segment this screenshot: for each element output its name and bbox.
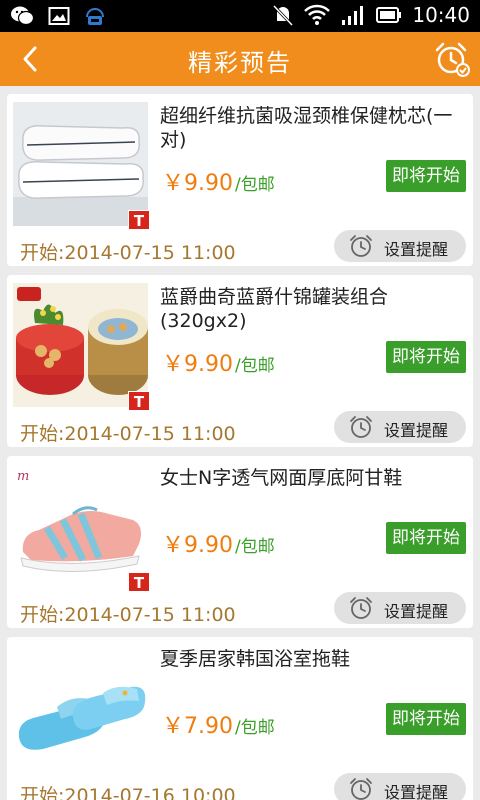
product-card[interactable]: T 超细纤维抗菌吸湿颈椎保健枕芯(一对) ￥9.90 /包邮 即将开始 开始:2…: [7, 94, 473, 266]
wifi-icon: [304, 4, 331, 25]
product-image-pillow: [13, 102, 148, 226]
product-image-cookie-tins: [13, 283, 148, 407]
price-row: ￥9.90 /包邮: [162, 346, 275, 378]
signal-icon: [342, 6, 364, 25]
product-name[interactable]: 超细纤维抗菌吸湿颈椎保健枕芯(一对): [160, 104, 466, 152]
price-row: ￥9.90 /包邮: [162, 165, 275, 197]
product-name[interactable]: 夏季居家韩国浴室拖鞋: [160, 647, 466, 671]
price-row: ￥9.90 /包邮: [162, 527, 275, 559]
set-reminder-button[interactable]: 设置提醒: [334, 230, 466, 262]
product-price: ￥9.90: [162, 533, 233, 558]
battery-icon: [376, 7, 402, 23]
product-price: ￥9.90: [162, 171, 233, 196]
alarm-clock-icon: [350, 778, 372, 800]
product-card[interactable]: T 蓝爵曲奇蓝爵什锦罐装组合(320gx2) ￥9.90 /包邮 即将开始 开始…: [7, 275, 473, 447]
wechat-icon: [11, 6, 34, 26]
set-reminder-button[interactable]: 设置提醒: [334, 592, 466, 624]
alarm-clock-icon: [350, 416, 372, 438]
status-time: 10:40: [412, 3, 470, 27]
set-reminder-label: 设置提醒: [384, 421, 449, 440]
tmall-badge: T: [128, 210, 150, 230]
set-reminder-label: 设置提醒: [384, 783, 449, 800]
coming-soon-button[interactable]: 即将开始: [386, 522, 466, 554]
app-header: 精彩预告: [0, 32, 480, 86]
coming-soon-button[interactable]: 即将开始: [386, 341, 466, 373]
coming-soon-button[interactable]: 即将开始: [386, 160, 466, 192]
shipping-label: /包邮: [235, 356, 275, 376]
alarm-reminders-button[interactable]: [432, 39, 472, 79]
shipping-label: /包邮: [235, 537, 275, 557]
coming-soon-button[interactable]: 即将开始: [386, 703, 466, 735]
start-time: 开始:2014-07-16 10:00: [20, 785, 236, 800]
shipping-label: /包邮: [235, 175, 275, 195]
start-time: 开始:2014-07-15 11:00: [20, 604, 236, 626]
svg-text:m: m: [17, 469, 29, 484]
product-card[interactable]: m T 女士N字透气网面厚底阿甘鞋 ￥9.90 /包邮 即将开始 开始:2014…: [7, 456, 473, 628]
product-card[interactable]: 夏季居家韩国浴室拖鞋 ￥7.90 /包邮 即将开始 开始:2014-07-16 …: [7, 637, 473, 800]
product-name[interactable]: 女士N字透气网面厚底阿甘鞋: [160, 466, 466, 490]
gallery-icon: [48, 7, 70, 25]
tmall-badge: T: [128, 572, 150, 592]
page-title: 精彩预告: [188, 49, 292, 77]
product-price: ￥9.90: [162, 352, 233, 377]
product-image-slippers: [13, 645, 148, 769]
set-reminder-label: 设置提醒: [384, 602, 449, 621]
alarm-clock-icon: [350, 597, 372, 619]
product-price: ￥7.90: [162, 714, 233, 739]
alarm-clock-icon: [435, 42, 470, 77]
product-image-sneaker: m: [13, 464, 148, 588]
alarm-clock-icon: [350, 235, 372, 257]
mute-icon: [273, 4, 294, 27]
status-bar: 10:40: [0, 0, 480, 32]
shipping-label: /包邮: [235, 718, 275, 738]
set-reminder-label: 设置提醒: [384, 240, 449, 259]
start-time: 开始:2014-07-15 11:00: [20, 423, 236, 445]
tmall-badge: T: [128, 391, 150, 411]
start-time: 开始:2014-07-15 11:00: [20, 242, 236, 264]
set-reminder-button[interactable]: 设置提醒: [334, 773, 466, 800]
product-name[interactable]: 蓝爵曲奇蓝爵什锦罐装组合(320gx2): [160, 285, 466, 333]
set-reminder-button[interactable]: 设置提醒: [334, 411, 466, 443]
price-row: ￥7.90 /包邮: [162, 708, 275, 740]
robot-icon: [86, 8, 104, 25]
